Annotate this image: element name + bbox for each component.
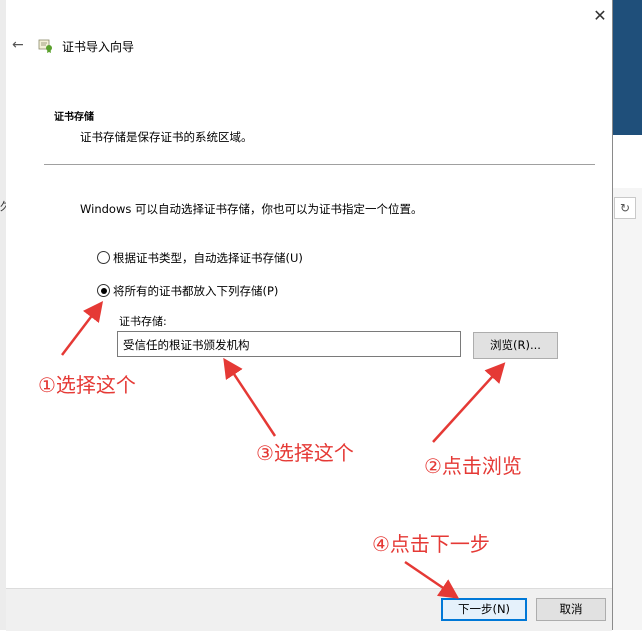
annotation-step-3: ③选择这个 (256, 441, 354, 465)
annotation-step-4: ④点击下一步 (372, 532, 490, 556)
annotation-arrow-4 (404, 560, 460, 599)
annotation-step-2: ②点击浏览 (424, 454, 522, 478)
annotation-step-1: ①选择这个 (38, 373, 136, 397)
annotation-arrow-1 (61, 301, 104, 356)
annotation-arrow-3 (223, 357, 277, 437)
annotation-arrow-2 (432, 362, 506, 443)
annotation-arrows (61, 301, 506, 599)
